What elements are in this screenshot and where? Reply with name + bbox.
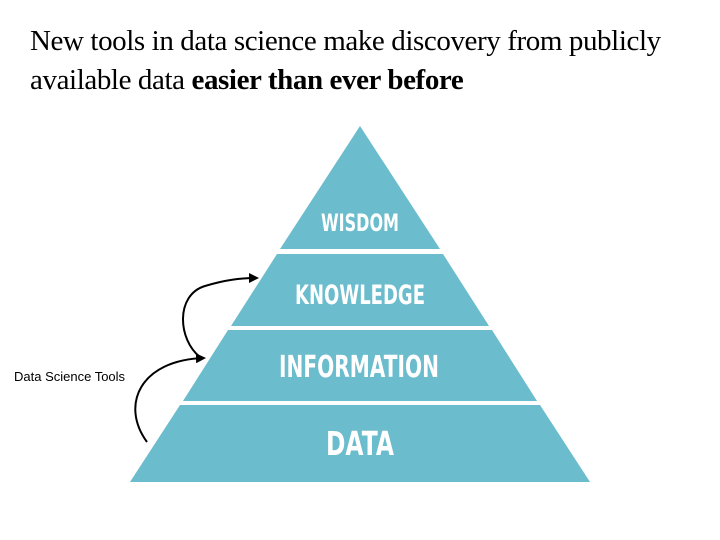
tier-label-information: INFORMATION	[279, 350, 439, 385]
tier-label-wisdom: WISDOM	[321, 209, 399, 237]
data-science-tools-label: Data Science Tools	[14, 369, 126, 384]
tier-label-knowledge: KNOWLEDGE	[295, 280, 425, 311]
knowledge-pyramid: WISDOM KNOWLEDGE INFORMATION DATA	[130, 126, 590, 482]
tier-label-data: DATA	[326, 424, 394, 463]
